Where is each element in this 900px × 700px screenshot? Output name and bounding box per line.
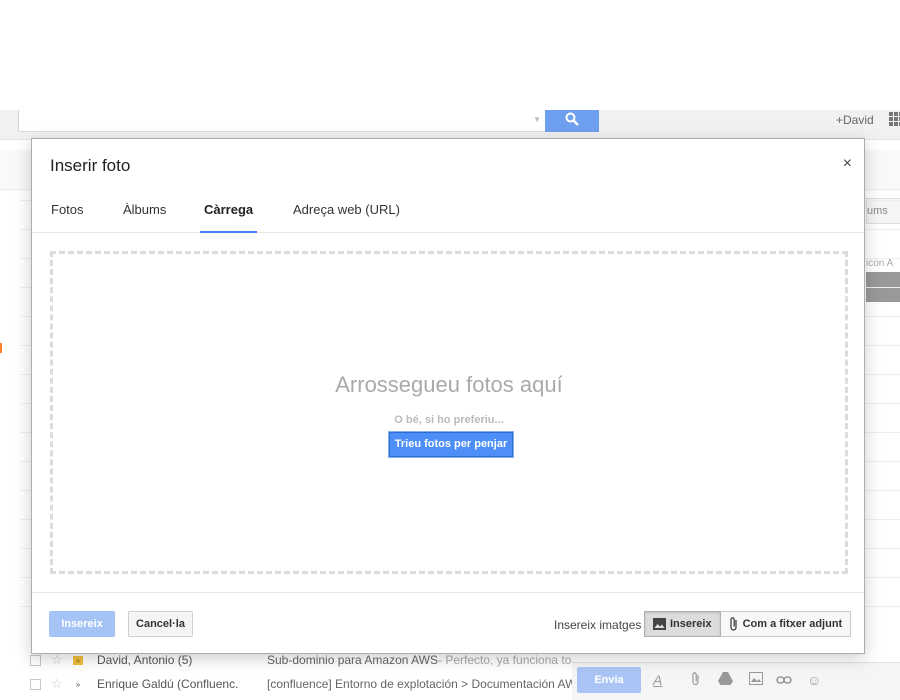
row-sender: David, Antonio (5): [97, 653, 193, 667]
paperclip-icon: [729, 617, 739, 631]
insert-photo-dialog: Inserir foto × Fotos Àlbums Càrrega Adre…: [31, 138, 865, 654]
insert-mode-toggle: Insereix Com a fitxer adjunt: [644, 611, 852, 637]
dialog-footer: Insereix Cancel·la Insereix imatges Inse…: [32, 592, 864, 654]
insert-inline-option[interactable]: Insereix: [644, 611, 721, 637]
row-checkbox[interactable]: [30, 654, 41, 666]
important-marker-icon[interactable]: »: [73, 655, 83, 665]
tab-photos[interactable]: Fotos: [51, 202, 84, 233]
insert-button[interactable]: Insereix: [49, 611, 115, 637]
dialog-title: Inserir foto: [50, 156, 131, 175]
attach-icon[interactable]: [690, 672, 702, 689]
row-snippet: - Perfecto, ya funciona to: [437, 653, 572, 667]
list-item[interactable]: ☆ » Enrique Galdú (Confluenc. [confluenc…: [24, 673, 584, 695]
send-button[interactable]: Envia: [577, 667, 641, 693]
close-icon[interactable]: ×: [843, 155, 852, 173]
tab-web-address[interactable]: Adreça web (URL): [293, 202, 400, 233]
star-icon[interactable]: ☆: [51, 652, 65, 668]
dialog-tabs: Fotos Àlbums Càrrega Adreça web (URL): [32, 191, 864, 233]
star-icon[interactable]: ☆: [51, 676, 65, 692]
formatting-icon[interactable]: A: [653, 672, 662, 688]
apps-grid-icon[interactable]: [889, 112, 900, 126]
drive-icon[interactable]: [718, 672, 733, 688]
row-subject: [confluence] Entorno de explotación > Do…: [267, 677, 577, 691]
insert-as-attachment-option[interactable]: Com a fitxer adjunt: [720, 611, 852, 637]
search-input[interactable]: ▼: [18, 110, 546, 132]
image-icon: [653, 618, 666, 630]
insert-photo-icon[interactable]: [749, 672, 763, 688]
insert-inline-label: Insereix: [670, 618, 712, 630]
photo-drop-zone[interactable]: Arrossegueu fotos aquí O bé, si ho prefe…: [50, 251, 848, 574]
insert-images-label: Insereix imatges: [554, 618, 642, 632]
unread-marker: [0, 343, 2, 353]
choose-photos-button[interactable]: Trieu fotos per penjar: [388, 431, 514, 458]
user-profile-link[interactable]: +David: [836, 113, 874, 127]
row-checkbox[interactable]: [30, 678, 41, 690]
important-marker-icon[interactable]: »: [73, 680, 83, 689]
drop-zone-title: Arrossegueu fotos aquí: [335, 372, 563, 397]
drop-zone-alternative-text: O bé, si ho preferiu...: [394, 414, 504, 426]
tab-albums[interactable]: Àlbums: [123, 202, 166, 233]
insert-as-attachment-label: Com a fitxer adjunt: [742, 618, 843, 630]
search-options-icon[interactable]: ▼: [533, 115, 541, 124]
cancel-button[interactable]: Cancel·la: [128, 611, 193, 637]
tab-upload[interactable]: Càrrega: [200, 202, 258, 233]
link-icon[interactable]: [776, 672, 792, 688]
search-icon: [565, 112, 579, 131]
row-subject: Sub-dominio para Amazon AWS: [267, 653, 438, 667]
emoji-icon[interactable]: ☺: [807, 672, 821, 688]
search-button[interactable]: [545, 110, 599, 132]
row-sender: Enrique Galdú (Confluenc.: [97, 677, 239, 691]
